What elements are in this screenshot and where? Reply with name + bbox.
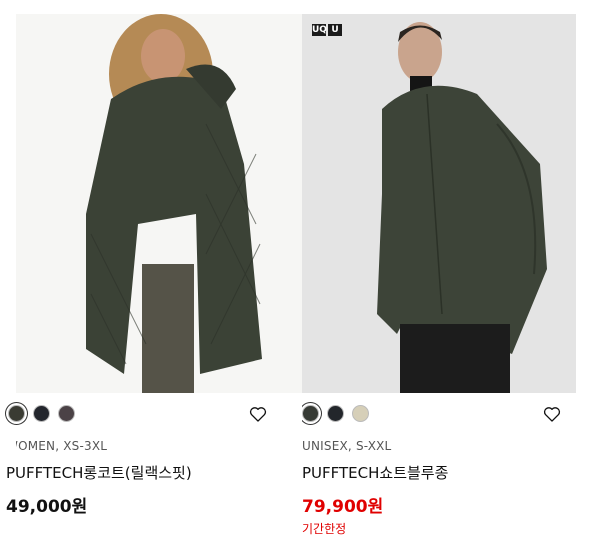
uniqlo-logo-box: UQ — [312, 24, 327, 36]
model-photo-short-blouson — [302, 14, 576, 393]
uniqlo-logo: UQ U — [312, 24, 342, 36]
color-swatch-beige[interactable] — [352, 405, 369, 422]
color-swatch-olive[interactable] — [8, 405, 25, 422]
product-image-short-blouson[interactable]: UQ U — [302, 14, 576, 393]
color-swatch-navy[interactable] — [33, 405, 50, 422]
color-swatch-dark-brown[interactable] — [58, 405, 75, 422]
product-name[interactable]: PUFFTECH롱코트(릴랙스핏) — [6, 462, 192, 483]
color-swatches — [302, 405, 369, 422]
product-image-long-coat[interactable] — [16, 14, 302, 393]
limited-offer-label: 기간한정 — [302, 522, 347, 536]
color-swatch-olive[interactable] — [302, 405, 319, 422]
product-card-long-coat[interactable]: WOMEN, XS-3XL PUFFTECH롱코트(릴랙스핏) 49,000원 — [0, 0, 302, 539]
product-meta: UNISEX, S-XXL — [302, 439, 392, 453]
color-swatches — [8, 405, 75, 422]
heart-outline-icon[interactable] — [542, 404, 562, 424]
product-card-short-blouson[interactable]: UQ U UNISEX, S-XXL PUFFTECH쇼트블루종 79,900원… — [302, 0, 589, 539]
uniqlo-u-logo-box: U — [328, 24, 342, 36]
product-name[interactable]: PUFFTECH쇼트블루종 — [302, 462, 448, 483]
model-photo-long-coat — [16, 14, 302, 393]
heart-outline-icon[interactable] — [248, 404, 268, 424]
color-swatch-navy[interactable] — [327, 405, 344, 422]
product-meta: WOMEN, XS-3XL — [16, 439, 108, 453]
product-price: 79,900원 — [302, 497, 384, 517]
product-price: 49,000원 — [6, 497, 88, 517]
